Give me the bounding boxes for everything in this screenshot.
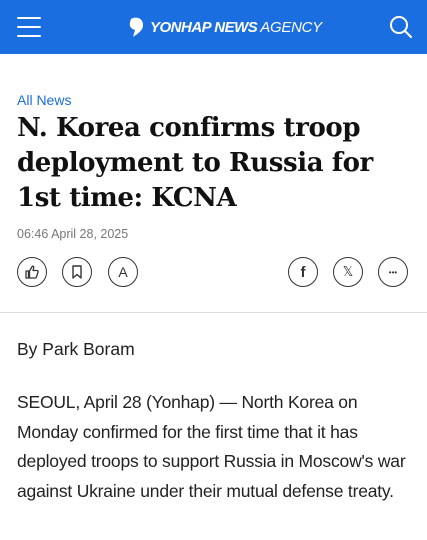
section-divider: [0, 312, 427, 313]
x-icon: 𝕏: [342, 264, 354, 279]
share-x-button[interactable]: 𝕏: [333, 257, 363, 287]
top-navigation-bar: YONHAP NEWS AGENCY: [0, 0, 427, 54]
section-link-all-news[interactable]: All News: [17, 92, 71, 108]
thumbs-up-icon: [25, 265, 39, 279]
bookmark-icon: [72, 265, 82, 279]
logo-brand-text: YONHAP NEWS: [150, 18, 258, 36]
article-headline: N. Korea confirms troop deployment to Ru…: [17, 113, 373, 213]
bookmark-button[interactable]: [62, 257, 92, 287]
font-size-label: A: [118, 264, 128, 280]
share-facebook-button[interactable]: f: [288, 257, 318, 287]
article-body-paragraph: SEOUL, April 28 (Yonhap) — North Korea o…: [17, 392, 406, 501]
search-icon[interactable]: [389, 15, 413, 39]
yonhap-logo-mark-icon: [129, 17, 143, 37]
font-size-button[interactable]: A: [108, 257, 138, 287]
more-icon: •••: [388, 267, 398, 277]
facebook-icon: f: [300, 263, 306, 281]
article-timestamp: 06:46 April 28, 2025: [17, 227, 129, 241]
hamburger-menu-icon[interactable]: [17, 17, 41, 37]
more-options-button[interactable]: •••: [378, 257, 408, 287]
logo-suffix-text: AGENCY: [260, 18, 322, 36]
like-button[interactable]: [17, 257, 47, 287]
site-logo[interactable]: YONHAP NEWS AGENCY: [128, 14, 322, 40]
article-byline: By Park Boram: [17, 339, 135, 359]
